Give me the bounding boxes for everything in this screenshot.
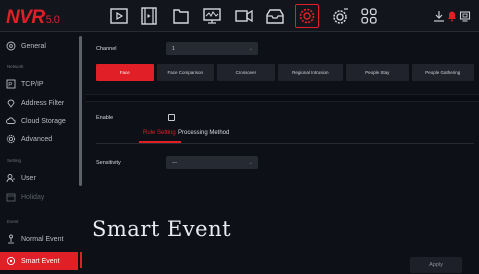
sidebar-active-indicator bbox=[80, 252, 82, 268]
normal-event-icon bbox=[6, 234, 16, 244]
sidebar-item-label: Normal Event bbox=[21, 235, 64, 243]
top-navigation-bar: NVR5.0 bbox=[0, 0, 479, 32]
sidebar-item-smart-event[interactable]: Smart Event bbox=[0, 252, 78, 270]
event-type-tabs: Face Face Comparison Crossover Regional … bbox=[96, 64, 475, 81]
channel-label: Channel bbox=[96, 46, 117, 52]
download-icon[interactable] bbox=[433, 10, 445, 22]
sidebar-section-setting: Setting bbox=[7, 158, 22, 163]
sidebar-item-label: Holiday bbox=[21, 193, 45, 201]
sidebar-item-normal-event[interactable]: Normal Event bbox=[0, 230, 78, 248]
subtab-divider bbox=[96, 143, 474, 144]
enable-label: Enable bbox=[96, 115, 114, 121]
tab-regional-intrusion[interactable]: Regional Intrusion bbox=[277, 64, 344, 81]
tab-crossover[interactable]: Crossover bbox=[217, 64, 275, 81]
logo-version: 5.0 bbox=[45, 14, 60, 26]
nvr-logo: NVR5.0 bbox=[6, 7, 60, 29]
smart-event-icon bbox=[6, 256, 16, 266]
video-clip-icon[interactable] bbox=[137, 4, 161, 28]
page-title: Smart Event bbox=[92, 217, 232, 241]
tab-face[interactable]: Face bbox=[96, 64, 154, 81]
tab-people-gathering[interactable]: People Gathering bbox=[411, 64, 475, 81]
sidebar-item-label: Address Filter bbox=[21, 99, 65, 107]
logo-text: NVR bbox=[6, 7, 45, 28]
tab-people-stay[interactable]: People Stay bbox=[346, 64, 409, 81]
sidebar-item-user[interactable]: User bbox=[0, 169, 78, 187]
cloud-icon bbox=[6, 116, 16, 126]
subtab-rule-setting[interactable]: Rule Setting bbox=[143, 130, 176, 136]
monitor-icon[interactable] bbox=[200, 4, 224, 28]
svg-text:P: P bbox=[8, 83, 12, 89]
tab-face-comparison[interactable]: Face Comparison bbox=[156, 64, 215, 81]
sidebar-item-general[interactable]: General bbox=[0, 37, 78, 55]
backup-icon[interactable] bbox=[263, 4, 287, 28]
sidebar-item-cloud-storage[interactable]: Cloud Storage bbox=[0, 112, 78, 130]
section-separator bbox=[86, 94, 479, 102]
sidebar-item-label: TCP/IP bbox=[21, 80, 44, 88]
sidebar-item-address-filter[interactable]: Address Filter bbox=[0, 94, 78, 112]
sidebar-item-label: Smart Event bbox=[21, 257, 60, 265]
sidebar-section-network: Network bbox=[7, 64, 24, 69]
enable-checkbox[interactable] bbox=[168, 114, 175, 121]
network-icon[interactable] bbox=[459, 10, 471, 22]
advanced-gear-icon bbox=[6, 134, 16, 144]
chevron-down-icon: ⌄ bbox=[248, 45, 253, 52]
camera-icon[interactable] bbox=[232, 4, 256, 28]
playback-icon[interactable] bbox=[107, 4, 131, 28]
sidebar-item-holiday[interactable]: Holiday bbox=[0, 188, 78, 206]
sidebar-item-label: General bbox=[21, 42, 46, 50]
calendar-icon bbox=[6, 192, 16, 202]
file-icon[interactable] bbox=[169, 4, 193, 28]
sidebar-item-label: User bbox=[21, 174, 36, 182]
sidebar-section-event: Event bbox=[7, 219, 19, 224]
location-pin-icon bbox=[6, 98, 16, 108]
sensitivity-label: Sensitivity bbox=[96, 160, 121, 166]
channel-select[interactable]: 1 ⌄ bbox=[166, 42, 258, 55]
sensitivity-value: --- bbox=[172, 159, 177, 166]
sidebar-item-tcpip[interactable]: P TCP/IP bbox=[0, 75, 78, 93]
grid-icon[interactable] bbox=[357, 4, 381, 28]
chevron-down-icon: ⌄ bbox=[248, 159, 253, 166]
tcpip-icon: P bbox=[6, 79, 16, 89]
general-settings-icon bbox=[6, 41, 16, 51]
sidebar-item-label: Cloud Storage bbox=[21, 117, 66, 125]
alarm-bell-icon[interactable] bbox=[446, 10, 458, 22]
apply-button[interactable]: Apply bbox=[410, 257, 462, 273]
sidebar-item-label: Advanced bbox=[21, 135, 53, 143]
system-gear-icon[interactable] bbox=[328, 4, 352, 28]
channel-value: 1 bbox=[172, 45, 175, 52]
user-icon bbox=[6, 173, 16, 183]
sensitivity-select[interactable]: --- ⌄ bbox=[166, 156, 258, 169]
settings-icon[interactable] bbox=[295, 4, 319, 28]
sidebar-scrollbar[interactable] bbox=[79, 36, 82, 186]
subtab-processing-method[interactable]: Processing Method bbox=[178, 130, 229, 136]
settings-sidebar: General Network P TCP/IP Address Filter … bbox=[0, 33, 80, 274]
sidebar-item-advanced[interactable]: Advanced bbox=[0, 130, 78, 148]
smart-event-panel: Channel 1 ⌄ Face Face Comparison Crossov… bbox=[86, 33, 479, 274]
